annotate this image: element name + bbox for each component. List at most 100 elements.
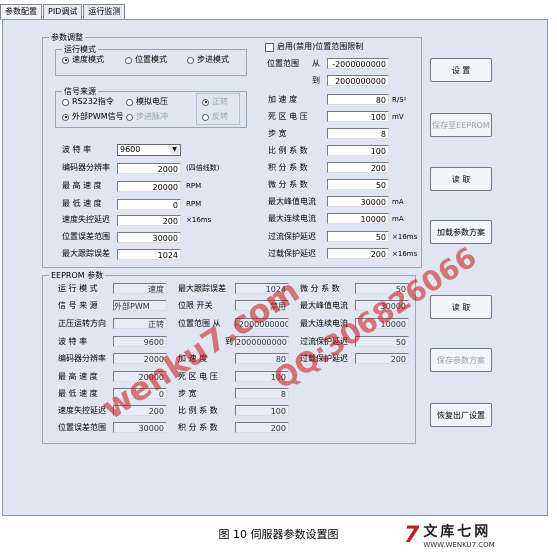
radio-position-mode[interactable]: 位置模式 [125,54,167,66]
max-speed-label: 最 高 速 度 [62,181,102,190]
save-scheme-button[interactable]: 保存参数方案 [430,348,492,372]
tab-pid-debug[interactable]: PID调试 [43,4,83,20]
speed-loss-label: 速度失控延迟 [62,215,110,224]
radio-circle [62,113,69,121]
overload-label: 过载保护延迟 [268,249,316,258]
ee-value: 200 [235,422,289,433]
speed-loss-input[interactable]: 200 [117,215,181,226]
ee-label: 最 低 速 度 [58,389,98,398]
max-speed-input[interactable]: 20000 [117,181,181,192]
checkbox-box [265,42,274,52]
baud-label: 波 特 率 [62,145,92,154]
radio-circle [125,56,132,64]
ee-value: 9600 [113,336,167,347]
ee-label: 信 号 来 源 [58,301,98,310]
radio-analog[interactable]: 模拟电压 [126,96,168,108]
kp-input[interactable]: 100 [327,145,389,156]
kp-label: 比 例 系 数 [268,146,308,155]
brand-name: 文库七网 [423,524,492,540]
ee-label: 最大跟踪误差 [178,284,226,293]
set-button[interactable]: 设 置 [430,58,492,82]
brand-logo: 7 文库七网 WWW.WENKU7.COM [404,521,495,550]
ee-value: 正转 [113,318,167,329]
tab-run-monitor[interactable]: 运行监测 [83,4,126,20]
max-track-label: 最大跟踪误差 [62,249,110,258]
ee-value: 速度 [113,283,167,294]
ee-label: 积 分 系 数 [178,423,218,432]
encoder-input[interactable]: 2000 [117,163,181,174]
ee-label: 步 宽 [178,389,197,398]
overload-unit: ×16ms [392,250,418,258]
radio-label: 速度模式 [72,55,104,64]
min-speed-input[interactable]: 0 [117,199,181,210]
save-eeprom-button[interactable]: 保存至EEPROM [430,113,492,137]
kd-input[interactable]: 50 [327,179,389,190]
max-speed-unit: RPM [186,182,202,190]
pos-from-input[interactable]: -2000000000 [327,58,389,69]
radio-step-mode[interactable]: 步进模式 [187,54,229,66]
params-group-title: 参数调整 [51,33,83,42]
step-width-label: 步 宽 [268,129,287,138]
read-top-button[interactable]: 读 取 [430,167,492,191]
min-speed-label: 最 低 速 度 [62,199,102,208]
load-scheme-button[interactable]: 加载参数方案 [430,220,492,244]
step-width-input[interactable]: 8 [327,128,389,139]
radio-reverse[interactable]: 反转 [202,111,228,123]
radio-rs232[interactable]: RS232指令 [62,96,114,108]
read-button[interactable]: 读 取 [430,295,492,319]
peak-current-unit: mA [392,198,404,206]
radio-label: 步进脉冲 [136,112,168,121]
overcurrent-unit: ×16ms [392,233,418,241]
tab-bar: 参数配置 PID调试 运行监测 [0,4,126,20]
radio-label: 外部PWM信号 [72,112,124,121]
deadzone-label: 死 区 电 压 [268,112,308,121]
ki-input[interactable]: 200 [327,162,389,173]
chevron-down-icon[interactable]: ▼ [170,146,179,154]
accel-input[interactable]: 80 [327,94,389,105]
pos-to-input[interactable]: 2000000000 [327,75,389,86]
radio-circle [62,98,69,106]
brand-url: WWW.WENKU7.COM [423,541,495,549]
pos-from-label: 从 [312,59,320,68]
tab-param-config[interactable]: 参数配置 [0,4,42,20]
pos-error-input[interactable]: 30000 [117,232,181,243]
cont-current-input[interactable]: 10000 [327,213,389,224]
cont-current-label: 最大连续电流 [268,214,316,223]
radio-circle [202,113,209,121]
radio-label: RS232指令 [72,97,114,106]
overcurrent-input[interactable]: 50 [327,231,389,242]
radio-circle [62,56,69,64]
ee-value: 外部PWM [113,300,167,311]
radio-speed-mode[interactable]: 速度模式 [62,54,104,66]
ki-label: 积 分 系 数 [268,163,308,172]
radio-label: 位置模式 [135,55,167,64]
ee-value: 8 [235,388,289,399]
ee-label: 运 行 模 式 [58,284,98,293]
pos-to-label: 到 [312,76,320,85]
pos-error-label: 位置误差范围 [62,232,110,241]
restore-factory-button[interactable]: 恢复出厂设置 [430,403,492,427]
ee-label: 编码器分辨率 [58,354,106,363]
radio-label: 反转 [212,112,228,121]
deadzone-input[interactable]: 100 [327,111,389,122]
ee-label: 微 分 系 数 [300,284,340,293]
radio-circle [187,56,194,64]
max-track-input[interactable]: 1024 [117,249,181,260]
ee-value: 100 [235,405,289,416]
radio-pwm[interactable]: 外部PWM信号 [62,111,124,123]
peak-current-input[interactable]: 30000 [327,196,389,207]
eeprom-group-title: EEPROM 参数 [51,271,104,280]
baud-select[interactable]: 9600 ▼ [117,144,181,156]
brand-mark: 7 [404,522,420,548]
ee-label: 比 例 系 数 [178,406,218,415]
radio-step-pulse[interactable]: 步进脉冲 [126,111,168,123]
baud-value: 9600 [120,145,141,154]
pos-range-label: 位置范围 [267,59,299,68]
cont-current-unit: mA [392,215,404,223]
radio-forward[interactable]: 正转 [202,96,228,108]
ee-value: 30000 [113,422,167,433]
overload-input[interactable]: 200 [327,248,389,259]
checkbox-label: 启用(禁用)位置范围限制 [277,42,364,51]
pos-limit-checkbox[interactable]: 启用(禁用)位置范围限制 [265,41,363,53]
speed-loss-unit: ×16ms [186,216,212,224]
